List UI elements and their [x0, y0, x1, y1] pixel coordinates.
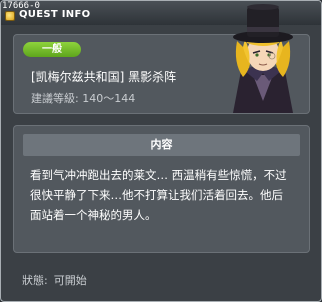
quest-description: 看到气冲冲跑出去的莱文… 西温稍有些惊慌，不过 很快平静了下来…他不打算让我们活… — [30, 165, 302, 225]
description-line: 看到气冲冲跑出去的莱文… 西温稍有些惊慌，不过 — [30, 168, 287, 182]
quest-name: [凯梅尔兹共和国] 黑影杀阵 — [31, 70, 177, 84]
status-label: 狀態: — [22, 274, 48, 287]
category-badge: 一般 — [23, 42, 81, 57]
description-line: 很快平静了下来…他不打算让我们活着回去。他后 — [30, 188, 283, 202]
status-value: 可開始 — [53, 274, 87, 287]
content-header: 内容 — [23, 134, 300, 156]
description-line: 面站着一个神秘的男人。 — [30, 208, 157, 222]
quest-info-window: 17666-0 QUEST INFO 一般 [凯梅尔兹共和国] 黑影杀阵 建議等… — [0, 0, 322, 302]
npc-portrait-icon — [233, 4, 293, 113]
window-title: QUEST INFO — [19, 9, 91, 20]
recommended-level: 建議等級: 140～144 — [31, 92, 136, 105]
quest-status: 狀態: 可開始 — [22, 272, 93, 288]
quest-scroll-icon — [5, 11, 15, 21]
